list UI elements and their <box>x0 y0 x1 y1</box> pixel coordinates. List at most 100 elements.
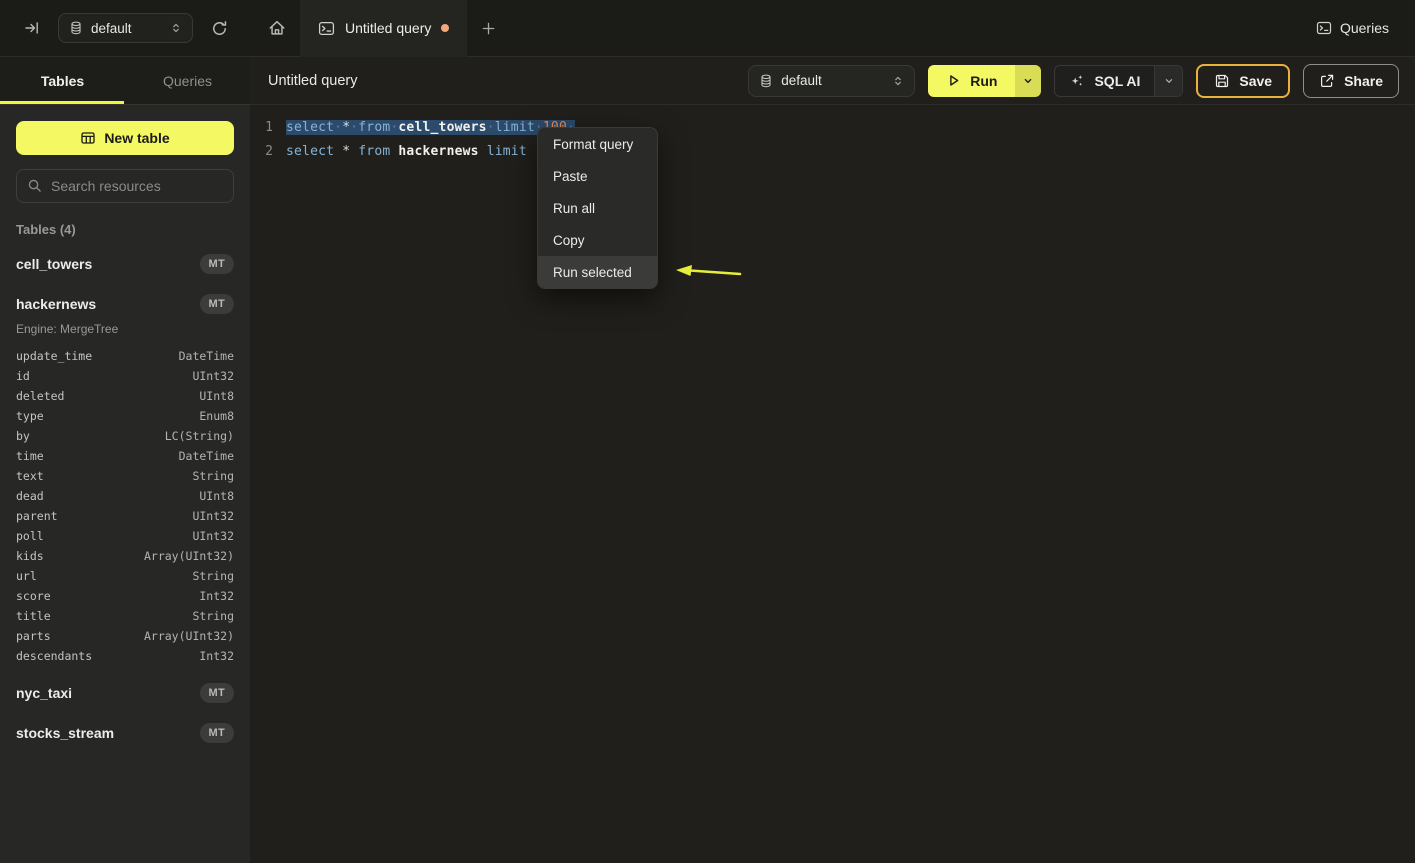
menu-item-format-query[interactable]: Format query <box>538 128 657 160</box>
home-tab-button[interactable] <box>266 17 288 39</box>
column-row[interactable]: title String <box>16 606 234 626</box>
column-name: parts <box>16 629 51 643</box>
toolbar-database-selector[interactable]: default <box>748 65 915 97</box>
sql-ai-chevron[interactable] <box>1154 66 1182 96</box>
column-type: DateTime <box>179 449 234 463</box>
column-row[interactable]: update_timeDateTime <box>16 346 234 366</box>
column-name: text <box>16 469 44 483</box>
tab-tables[interactable]: Tables <box>0 57 125 104</box>
new-table-button[interactable]: New table <box>16 121 234 155</box>
column-name: score <box>16 589 51 603</box>
column-row[interactable]: dead UInt8 <box>16 486 234 506</box>
save-button[interactable]: Save <box>1196 64 1290 98</box>
engine-badge: MT <box>200 683 234 703</box>
query-title: Untitled query <box>268 73 357 89</box>
run-button[interactable]: Run <box>928 65 1041 97</box>
terminal-icon <box>1316 20 1332 36</box>
column-row[interactable]: by LC(String) <box>16 426 234 446</box>
column-name: time <box>16 449 44 463</box>
column-row[interactable]: id UInt32 <box>16 366 234 386</box>
sql-ai-label: SQL AI <box>1094 73 1140 89</box>
sql-ai-main: SQL AI <box>1055 66 1154 96</box>
column-name: poll <box>16 529 44 543</box>
column-type: Array(UInt32) <box>144 549 234 563</box>
menu-item-copy[interactable]: Copy <box>538 224 657 256</box>
tab-untitled-query[interactable]: Untitled query <box>300 0 467 57</box>
column-row[interactable]: descendantsInt32 <box>16 646 234 666</box>
database-selector[interactable]: default <box>58 13 193 43</box>
column-type: UInt8 <box>199 489 234 503</box>
sql-editor[interactable]: 12 select·*·from·cell_towers·limit·100·s… <box>250 105 1415 164</box>
column-type: UInt32 <box>192 369 234 383</box>
column-name: type <box>16 409 44 423</box>
sidebar: Tables Queries New table Tables (4) <box>0 57 250 863</box>
table-name: nyc_taxi <box>16 685 72 701</box>
search-input[interactable] <box>16 169 234 203</box>
column-name: title <box>16 609 51 623</box>
column-row[interactable]: score Int32 <box>16 586 234 606</box>
tables-section-title: Tables (4) <box>16 222 234 237</box>
column-type: UInt32 <box>192 509 234 523</box>
engine-label: Engine: MergeTree <box>16 322 234 336</box>
database-icon <box>69 21 83 35</box>
chevron-updown-icon <box>892 74 904 88</box>
table-row-hackernews[interactable]: hackernews MT <box>16 291 234 317</box>
sql-ai-button[interactable]: SQL AI <box>1054 65 1183 97</box>
unsaved-dot <box>441 24 449 32</box>
table-name: stocks_stream <box>16 725 114 741</box>
menu-item-run-selected[interactable]: Run selected <box>538 256 657 288</box>
column-type: String <box>192 609 234 623</box>
column-row[interactable]: pollUInt32 <box>16 526 234 546</box>
column-type: Int32 <box>199 589 234 603</box>
column-type: String <box>192 569 234 583</box>
share-button[interactable]: Share <box>1303 64 1399 98</box>
column-row[interactable]: deletedUInt8 <box>16 386 234 406</box>
column-row[interactable]: typeEnum8 <box>16 406 234 426</box>
column-row[interactable]: textString <box>16 466 234 486</box>
terminal-icon <box>318 20 335 37</box>
table-row-stocks-stream[interactable]: stocks_stream MT <box>16 720 234 746</box>
run-options-chevron[interactable] <box>1015 65 1041 97</box>
refresh-button[interactable] <box>209 18 230 39</box>
queries-button-label: Queries <box>1340 20 1389 36</box>
context-menu: Format queryPasteRun allCopyRun selected <box>537 127 658 289</box>
engine-badge: MT <box>200 254 234 274</box>
column-type: UInt8 <box>199 389 234 403</box>
column-row[interactable]: kids Array(UInt32) <box>16 546 234 566</box>
editor-code[interactable]: select·*·from·cell_towers·limit·100·sele… <box>286 116 575 164</box>
new-tab-button[interactable] <box>479 19 498 38</box>
sidebar-tabs: Tables Queries <box>0 57 250 105</box>
column-name: dead <box>16 489 44 503</box>
menu-item-paste[interactable]: Paste <box>538 160 657 192</box>
database-icon <box>759 74 773 88</box>
column-type: Array(UInt32) <box>144 629 234 643</box>
menu-item-run-all[interactable]: Run all <box>538 192 657 224</box>
sidebar-toggle-button[interactable] <box>22 18 42 38</box>
column-type: LC(String) <box>165 429 234 443</box>
run-button-label: Run <box>970 73 997 89</box>
query-header: Untitled query default <box>250 57 1415 105</box>
database-selector-value: default <box>91 21 132 36</box>
tab-queries[interactable]: Queries <box>125 57 250 104</box>
column-name: by <box>16 429 30 443</box>
table-row-nyc-taxi[interactable]: nyc_taxi MT <box>16 680 234 706</box>
queries-button[interactable]: Queries <box>1316 20 1389 36</box>
column-name: update_time <box>16 349 92 363</box>
topbar: default <box>0 0 1415 57</box>
main-panel: Untitled query default <box>250 57 1415 863</box>
home-icon <box>268 19 286 37</box>
column-list: update_timeDateTimeidUInt32deletedUInt8t… <box>16 346 234 666</box>
toolbar: default Run <box>748 64 1399 98</box>
column-row[interactable]: urlString <box>16 566 234 586</box>
column-row[interactable]: time DateTime <box>16 446 234 466</box>
column-row[interactable]: parts Array(UInt32) <box>16 626 234 646</box>
active-tab-underline <box>0 101 124 105</box>
column-name: id <box>16 369 30 383</box>
code-line[interactable]: select * from hackernews limit <box>286 140 575 164</box>
table-row-cell-towers[interactable]: cell_towers MT <box>16 251 234 277</box>
column-row[interactable]: parentUInt32 <box>16 506 234 526</box>
engine-badge: MT <box>200 723 234 743</box>
column-name: kids <box>16 549 44 563</box>
share-button-label: Share <box>1344 73 1383 89</box>
code-line[interactable]: select·*·from·cell_towers·limit·100· <box>286 116 575 140</box>
